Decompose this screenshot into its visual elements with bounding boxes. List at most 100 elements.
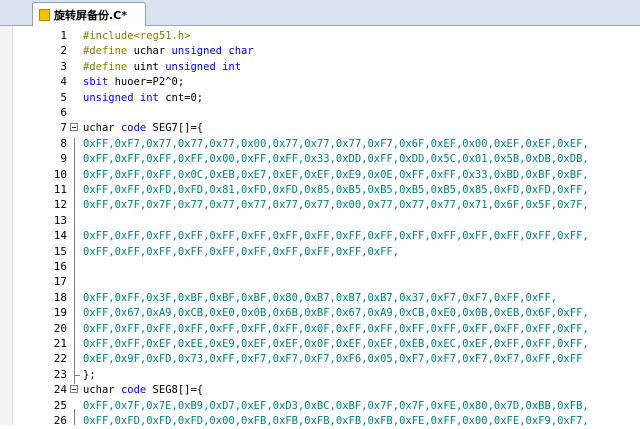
file-tab[interactable]: 旋转屏备份.C* [32, 2, 146, 26]
fold-collapse-icon[interactable] [70, 385, 78, 394]
file-icon [39, 9, 50, 21]
code-text: }; [83, 367, 96, 383]
code-token: code [120, 122, 153, 135]
code-text: sbit huoer=P2^0; [83, 74, 184, 90]
fold-end-marker [74, 366, 80, 376]
code-line[interactable]: 5 unsigned int cnt=0; [0, 90, 640, 106]
code-line[interactable]: 18 0xFF,0xFF,0x3F,0xBF,0xBF,0xBF,0x80,0xB… [0, 290, 640, 306]
code-text: #define uchar unsigned char [83, 43, 254, 59]
line-number: 12 [53, 198, 67, 212]
line-number: 20 [53, 321, 67, 335]
code-editor[interactable]: 1 #include<reg51.h> 2 #define uchar unsigne… [0, 26, 640, 427]
code-line[interactable]: 3 #define uint unsigned int [0, 59, 640, 75]
code-line[interactable]: 17 [0, 274, 640, 290]
code-text: 0xFF,0x7F,0x7E,0xB9,0xD7,0xEF,0xD3,0xBC,… [83, 398, 589, 414]
line-number: 1 [60, 29, 67, 42]
line-number: 26 [53, 414, 67, 427]
fold-collapse-icon[interactable] [70, 123, 78, 132]
code-text: 0xEF,0x9F,0xFD,0x73,0xFF,0xF7,0xF7,0xF7,… [83, 351, 582, 367]
line-number: 15 [53, 244, 67, 258]
code-line[interactable]: 6 [0, 105, 640, 121]
code-token: cnt=0; [165, 91, 204, 104]
code-token: 0xFF,0xF7,0x77,0x77,0x77,0x00,0x77,0x77,… [83, 137, 589, 150]
line-number: 2 [60, 44, 67, 58]
code-line[interactable]: 2 #define uchar unsigned char [0, 43, 640, 59]
code-text: uchar code SEG7[]={ [83, 120, 203, 136]
code-text: 0xFF,0x7F,0x7F,0x77,0x77,0x77,0x77,0x77,… [83, 197, 589, 213]
code-token: 0xFF,0xFF,0xFF,0xFF,0xFF,0xFF,0xFF,0x0F,… [83, 322, 589, 335]
code-line[interactable]: 8 0xFF,0xF7,0x77,0x77,0x77,0x00,0x77,0x77… [0, 136, 640, 152]
line-number: 4 [60, 75, 67, 89]
code-text: 0xFF,0xFF,0xFF,0xFF,0x00,0xFF,0xFF,0x33,… [83, 151, 589, 167]
line-number: 22 [53, 352, 67, 366]
line-number: 9 [60, 152, 67, 166]
line-number: 13 [53, 213, 67, 227]
line-number: 14 [53, 229, 67, 243]
code-line[interactable]: 4 sbit huoer=P2^0; [0, 74, 640, 90]
line-number: 10 [53, 167, 67, 181]
code-line[interactable]: 10 0xFF,0xFF,0xFF,0x0C,0xEB,0xE7,0xEF,0xE… [0, 167, 640, 183]
code-token: 0xFF,0xFF,0xFF,0xFF,0xFF,0xFF,0xFF,0xFF,… [83, 245, 400, 258]
code-line[interactable]: 11 0xFF,0xFF,0xFD,0xFD,0x81,0xFD,0xFD,0x8… [0, 182, 640, 198]
code-line[interactable]: 15 0xFF,0xFF,0xFF,0xFF,0xFF,0xFF,0xFF,0xF… [0, 244, 640, 260]
code-token: code [120, 384, 153, 397]
code-token: uint [133, 60, 166, 73]
code-line[interactable]: 9 0xFF,0xFF,0xFF,0xFF,0x00,0xFF,0xFF,0x33… [0, 151, 640, 167]
code-line[interactable]: 19 0xFF,0x67,0xA9,0xCB,0xE0,0x0B,0x6B,0xB… [0, 305, 640, 321]
code-token: #define [83, 45, 134, 58]
code-line[interactable]: 1 #include<reg51.h> [0, 28, 640, 44]
code-line[interactable]: 23}; [0, 366, 640, 383]
code-text: 0xFF,0xF7,0x77,0x77,0x77,0x00,0x77,0x77,… [83, 136, 589, 152]
code-token: 0xFF,0xFF,0xEF,0xEE,0xE9,0xEF,0xEF,0x0F,… [83, 338, 589, 350]
code-line[interactable]: 26 0xFF,0xFD,0xFD,0xFD,0x00,0xFB,0xFB,0xF… [0, 413, 640, 429]
code-text: 0xFF,0xFF,0xFF,0x0C,0xEB,0xE7,0xEF,0xEF,… [83, 167, 589, 183]
line-number: 24 [53, 383, 67, 397]
code-token: unsigned int [165, 60, 242, 73]
code-text: 0xFF,0xFF,0xFF,0xFF,0xFF,0xFF,0xFF,0xFF,… [83, 228, 589, 244]
code-text: 0xFF,0xFF,0xFD,0xFD,0x81,0xFD,0xFD,0x85,… [83, 182, 589, 198]
code-token: #include<reg51.h> [83, 30, 191, 42]
code-text: uchar code SEG8[]={ [83, 382, 203, 398]
code-line[interactable]: 24 uchar code SEG8[]={ [0, 382, 640, 398]
code-token: huoer=P2^0; [114, 76, 185, 89]
code-text: unsigned int cnt=0; [83, 90, 203, 106]
code-line[interactable]: 20 0xFF,0xFF,0xFF,0xFF,0xFF,0xFF,0xFF,0x0… [0, 321, 640, 337]
code-line[interactable]: 16 [0, 259, 640, 275]
code-token: unsigned int [83, 91, 166, 104]
code-line[interactable]: 14 0xFF,0xFF,0xFF,0xFF,0xFF,0xFF,0xFF,0xF… [0, 228, 640, 244]
code-token: sbit [83, 76, 115, 89]
code-line[interactable]: 25 0xFF,0x7F,0x7E,0xB9,0xD7,0xEF,0xD3,0xB… [0, 398, 640, 414]
line-number: 11 [53, 183, 67, 196]
line-number: 23 [53, 367, 67, 381]
code-text: 0xFF,0xFF,0xEF,0xEE,0xE9,0xEF,0xEF,0x0F,… [83, 336, 589, 352]
line-number: 16 [53, 260, 67, 273]
code-token: #define [83, 60, 134, 73]
line-number: 19 [53, 306, 67, 320]
code-token: uchar [133, 45, 172, 58]
tab-bar: 旋转屏备份.C* [0, 0, 640, 26]
code-text: 0xFF,0xFF,0xFF,0xFF,0xFF,0xFF,0xFF,0x0F,… [83, 321, 589, 337]
code-token: 0xFF,0x7F,0x7F,0x77,0x77,0x77,0x77,0x77,… [83, 199, 589, 212]
code-token: 0xFF,0xFF,0xFD,0xFD,0x81,0xFD,0xFD,0x85,… [83, 184, 589, 196]
line-number: 17 [53, 275, 67, 289]
code-line[interactable]: 12 0xFF,0x7F,0x7F,0x77,0x77,0x77,0x77,0x7… [0, 197, 640, 213]
code-token: uchar [83, 384, 121, 397]
code-token: unsigned char [171, 45, 254, 58]
line-number: 25 [53, 398, 67, 412]
line-number: 18 [53, 290, 67, 304]
code-token: 0xFF,0xFD,0xFD,0xFD,0x00,0xFB,0xFB,0xFB,… [83, 415, 589, 427]
line-number: 3 [60, 59, 67, 73]
code-token: SEG7[]={ [152, 122, 204, 135]
code-text: 0xFF,0xFF,0xFF,0xFF,0xFF,0xFF,0xFF,0xFF,… [83, 244, 399, 260]
code-token: 0xFF,0x67,0xA9,0xCB,0xE0,0x0B,0x6B,0xBF,… [83, 307, 589, 320]
code-line[interactable]: 7 uchar code SEG7[]={ [0, 120, 640, 136]
code-text: 0xFF,0xFD,0xFD,0xFD,0x00,0xFB,0xFB,0xFB,… [83, 413, 589, 429]
code-token: 0xFF,0xFF,0xFF,0x0C,0xEB,0xE7,0xEF,0xEF,… [83, 168, 589, 181]
code-token: uchar [83, 122, 121, 135]
line-number: 5 [60, 90, 67, 104]
code-line[interactable]: 22 0xEF,0x9F,0xFD,0x73,0xFF,0xF7,0xF7,0xF… [0, 351, 640, 367]
code-line[interactable]: 21 0xFF,0xFF,0xEF,0xEE,0xE9,0xEF,0xEF,0x0… [0, 336, 640, 352]
code-line[interactable]: 13 [0, 213, 640, 229]
line-number: 6 [60, 106, 67, 119]
code-token: 0xFF,0xFF,0xFF,0xFF,0xFF,0xFF,0xFF,0xFF,… [83, 230, 589, 243]
